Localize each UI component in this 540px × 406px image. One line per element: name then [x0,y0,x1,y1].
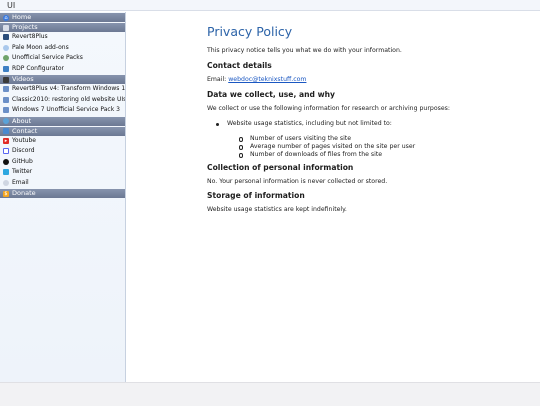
pale-moon-icon [3,44,9,51]
about-icon [3,118,9,124]
storage-text: Website usage statistics are kept indefi… [207,206,347,213]
sidebar-item-video-1[interactable]: Revert8Plus v4: Transform Windows 10... [0,84,125,95]
collection-text: No. Your personal information is never c… [207,178,388,185]
bullet-text: Website usage statistics, including but … [227,120,392,127]
page-title: Privacy Policy [207,24,293,39]
sidebar-section-label: Donate [12,189,36,197]
sidebar-item-label: RDP Configurator [12,64,65,72]
sidebar-item-label: Revert8Plus v4: Transform Windows 10... [12,85,125,92]
sidebar-item-video-3[interactable]: Windows 7 Unofficial Service Pack 3 [0,105,125,116]
contact-heading: Contact details [207,61,272,70]
storage-heading: Storage of information [207,191,305,200]
collection-heading: Collection of personal information [207,163,354,172]
sidebar-section-about[interactable]: About [0,116,125,126]
sidebar-section-label: Videos [12,75,34,83]
sidebar-item-youtube[interactable]: ▸ Youtube [0,136,125,147]
sidebar-item-github[interactable]: GitHub [0,157,125,168]
twitter-icon [3,169,9,176]
rdp-icon [3,65,9,72]
donate-icon: $ [3,190,9,197]
discord-icon [3,148,9,155]
revert8plus-icon [3,34,9,41]
service-pack-icon [3,55,9,62]
data-sublist: Number of users visiting the site Averag… [239,135,532,159]
window-title: UI [7,1,16,10]
list-item: Number of downloads of files from the si… [239,151,532,159]
sidebar-item-twitter[interactable]: Twitter [0,167,125,178]
window-title-bar: UI [0,0,540,11]
video-thumb-icon [3,107,9,114]
sidebar-item-label: Email [12,178,29,186]
sidebar-item-rdp-configurator[interactable]: RDP Configurator [0,64,125,75]
sidebar-item-label: Twitter [12,168,33,175]
sidebar-item-label: GitHub [12,157,33,165]
intro-text: This privacy notice tells you what we do… [207,47,402,54]
email-link[interactable]: webdoc@teknixstuff.com [228,76,306,83]
email-label: Email: [207,76,229,83]
sidebar-item-label: Windows 7 Unofficial Service Pack 3 [12,106,120,113]
subitem-text: Number of downloads of files from the si… [250,151,383,158]
sidebar-item-pale-moon[interactable]: Pale Moon add-ons [0,43,125,54]
sidebar-item-discord[interactable]: Discord [0,146,125,157]
sidebar-section-contact[interactable]: Contact [0,126,125,136]
list-item: Average number of pages visited on the s… [239,143,532,151]
sidebar-section-label: About [12,116,32,125]
youtube-icon: ▸ [3,137,9,144]
sidebar-section-home[interactable]: ⌂ Home [0,13,125,22]
sidebar-item-label: Youtube [12,136,36,144]
list-item: Number of users visiting the site [239,135,532,143]
sidebar-item-video-2[interactable]: Classic2010: restoring old website UIs [0,95,125,106]
data-list: Website usage statistics, including but … [216,120,532,159]
home-icon: ⌂ [3,14,9,21]
subitem-text: Average number of pages visited on the s… [250,143,416,150]
main-content: Privacy Policy This privacy notice tells… [207,24,532,214]
email-icon [3,179,9,186]
email-line: Email: webdoc@teknixstuff.com [207,76,532,84]
data-intro: We collect or use the following informat… [207,105,450,112]
sidebar-item-label: Classic2010: restoring old website UIs [12,95,125,103]
sidebar-item-label: Unofficial Service Packs [12,54,83,61]
sidebar-item-label: Pale Moon add-ons [12,43,69,51]
sidebar-item-revert8plus[interactable]: Revert8Plus [0,32,125,43]
sidebar-section-videos[interactable]: Videos [0,75,125,84]
list-item: Website usage statistics, including but … [216,120,532,159]
video-icon [3,76,9,83]
sidebar-section-label: Home [12,13,32,21]
video-thumb-icon [3,96,9,103]
sidebar-section-label: Projects [12,23,38,31]
sidebar: ⌂ Home Projects Revert8Plus Pale Moon ad… [0,12,126,382]
sidebar-item-email[interactable]: Email [0,178,125,189]
footer-bar [0,382,540,406]
sidebar-section-label: Contact [12,126,38,135]
data-heading: Data we collect, use, and why [207,90,335,99]
contact-icon [3,128,9,134]
sidebar-item-label: Revert8Plus [12,33,48,40]
github-icon [3,158,9,165]
subitem-text: Number of users visiting the site [250,135,352,142]
folder-icon [3,24,9,31]
sidebar-section-projects[interactable]: Projects [0,23,125,32]
sidebar-section-donate[interactable]: $ Donate [0,189,125,198]
video-thumb-icon [3,86,9,93]
sidebar-item-label: Discord [12,147,35,154]
sidebar-item-service-packs[interactable]: Unofficial Service Packs [0,53,125,64]
